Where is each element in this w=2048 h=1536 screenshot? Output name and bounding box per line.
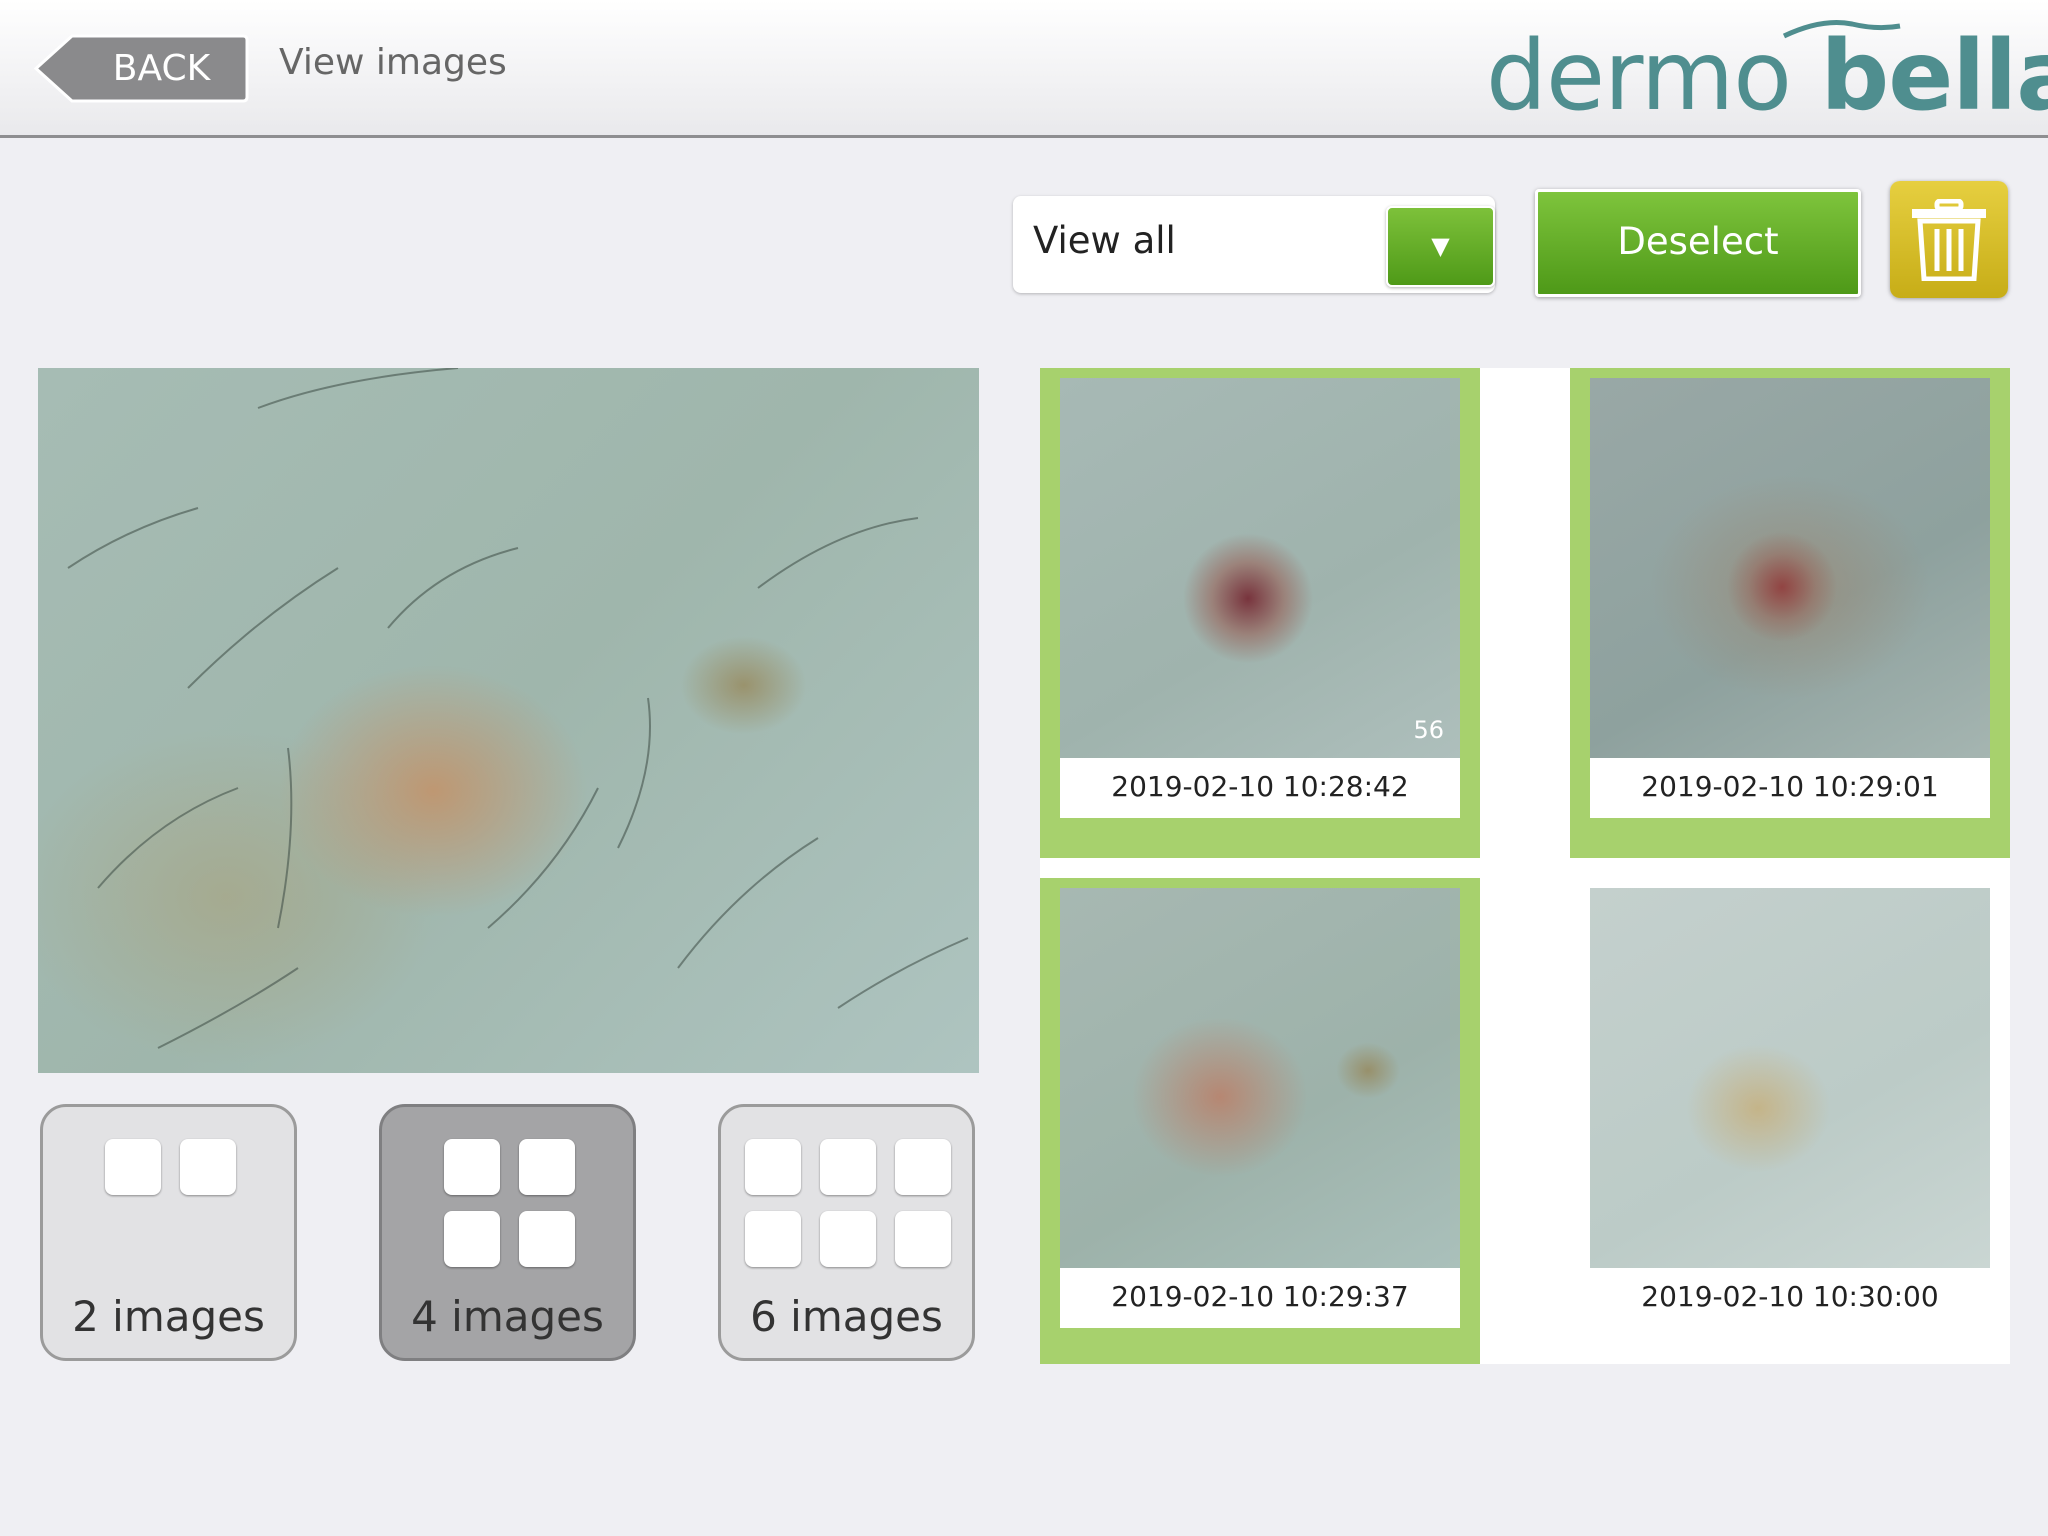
image-thumbnail-3[interactable]: 2019-02-10 10:29:37 xyxy=(1040,878,1480,1364)
image-thumbnail-2[interactable]: 2019-02-10 10:29:01 xyxy=(1570,368,2010,858)
back-button[interactable]: BACK xyxy=(34,34,249,103)
layout-6-images-label: 6 images xyxy=(750,1292,943,1341)
header-bar: BACK View images dermo bella xyxy=(0,0,2048,138)
thumbnail-timestamp: 2019-02-10 10:30:00 xyxy=(1590,1268,1990,1328)
layout-4-images-label: 4 images xyxy=(411,1292,604,1341)
image-grid: 56 2019-02-10 10:28:42 2019-02-10 10:29:… xyxy=(1040,368,2010,1364)
thumbnail-timestamp: 2019-02-10 10:29:01 xyxy=(1590,758,1990,818)
main-image-preview[interactable] xyxy=(38,368,979,1073)
thumbnail-image: 56 xyxy=(1060,378,1460,758)
filter-selected-value: View all xyxy=(1033,219,1176,262)
delete-button[interactable] xyxy=(1890,181,2008,298)
hair-strands xyxy=(67,368,969,1049)
image-thumbnail-1[interactable]: 56 2019-02-10 10:28:42 xyxy=(1040,368,1480,858)
layout-2-images-label: 2 images xyxy=(72,1292,265,1341)
layout-2-images-button[interactable]: 2 images xyxy=(40,1104,297,1361)
thumbnail-count: 56 xyxy=(1413,716,1444,744)
thumbnail-image xyxy=(1060,888,1460,1268)
thumbnail-timestamp: 2019-02-10 10:29:37 xyxy=(1060,1268,1460,1328)
filter-dropdown-button[interactable]: ▼ xyxy=(1386,206,1495,287)
layout-6-images-button[interactable]: 6 images xyxy=(718,1104,975,1361)
back-button-label: BACK xyxy=(112,48,211,89)
image-thumbnail-4[interactable]: 2019-02-10 10:30:00 xyxy=(1570,878,2010,1364)
trash-icon xyxy=(1912,199,1986,281)
thumbnail-timestamp: 2019-02-10 10:28:42 xyxy=(1060,758,1460,818)
logo: dermo bella xyxy=(1486,16,2048,126)
layout-4-images-button[interactable]: 4 images xyxy=(379,1104,636,1361)
page-title: View images xyxy=(279,42,507,83)
chevron-down-icon: ▼ xyxy=(1431,232,1450,260)
thumbnail-image xyxy=(1590,888,1990,1268)
logo-text-dermo: dermo xyxy=(1486,20,1792,132)
logo-swoosh-icon xyxy=(1782,20,1901,39)
filter-select[interactable]: View all ▼ xyxy=(1013,196,1495,293)
thumbnail-image xyxy=(1590,378,1990,758)
deselect-button[interactable]: Deselect xyxy=(1535,189,1861,297)
